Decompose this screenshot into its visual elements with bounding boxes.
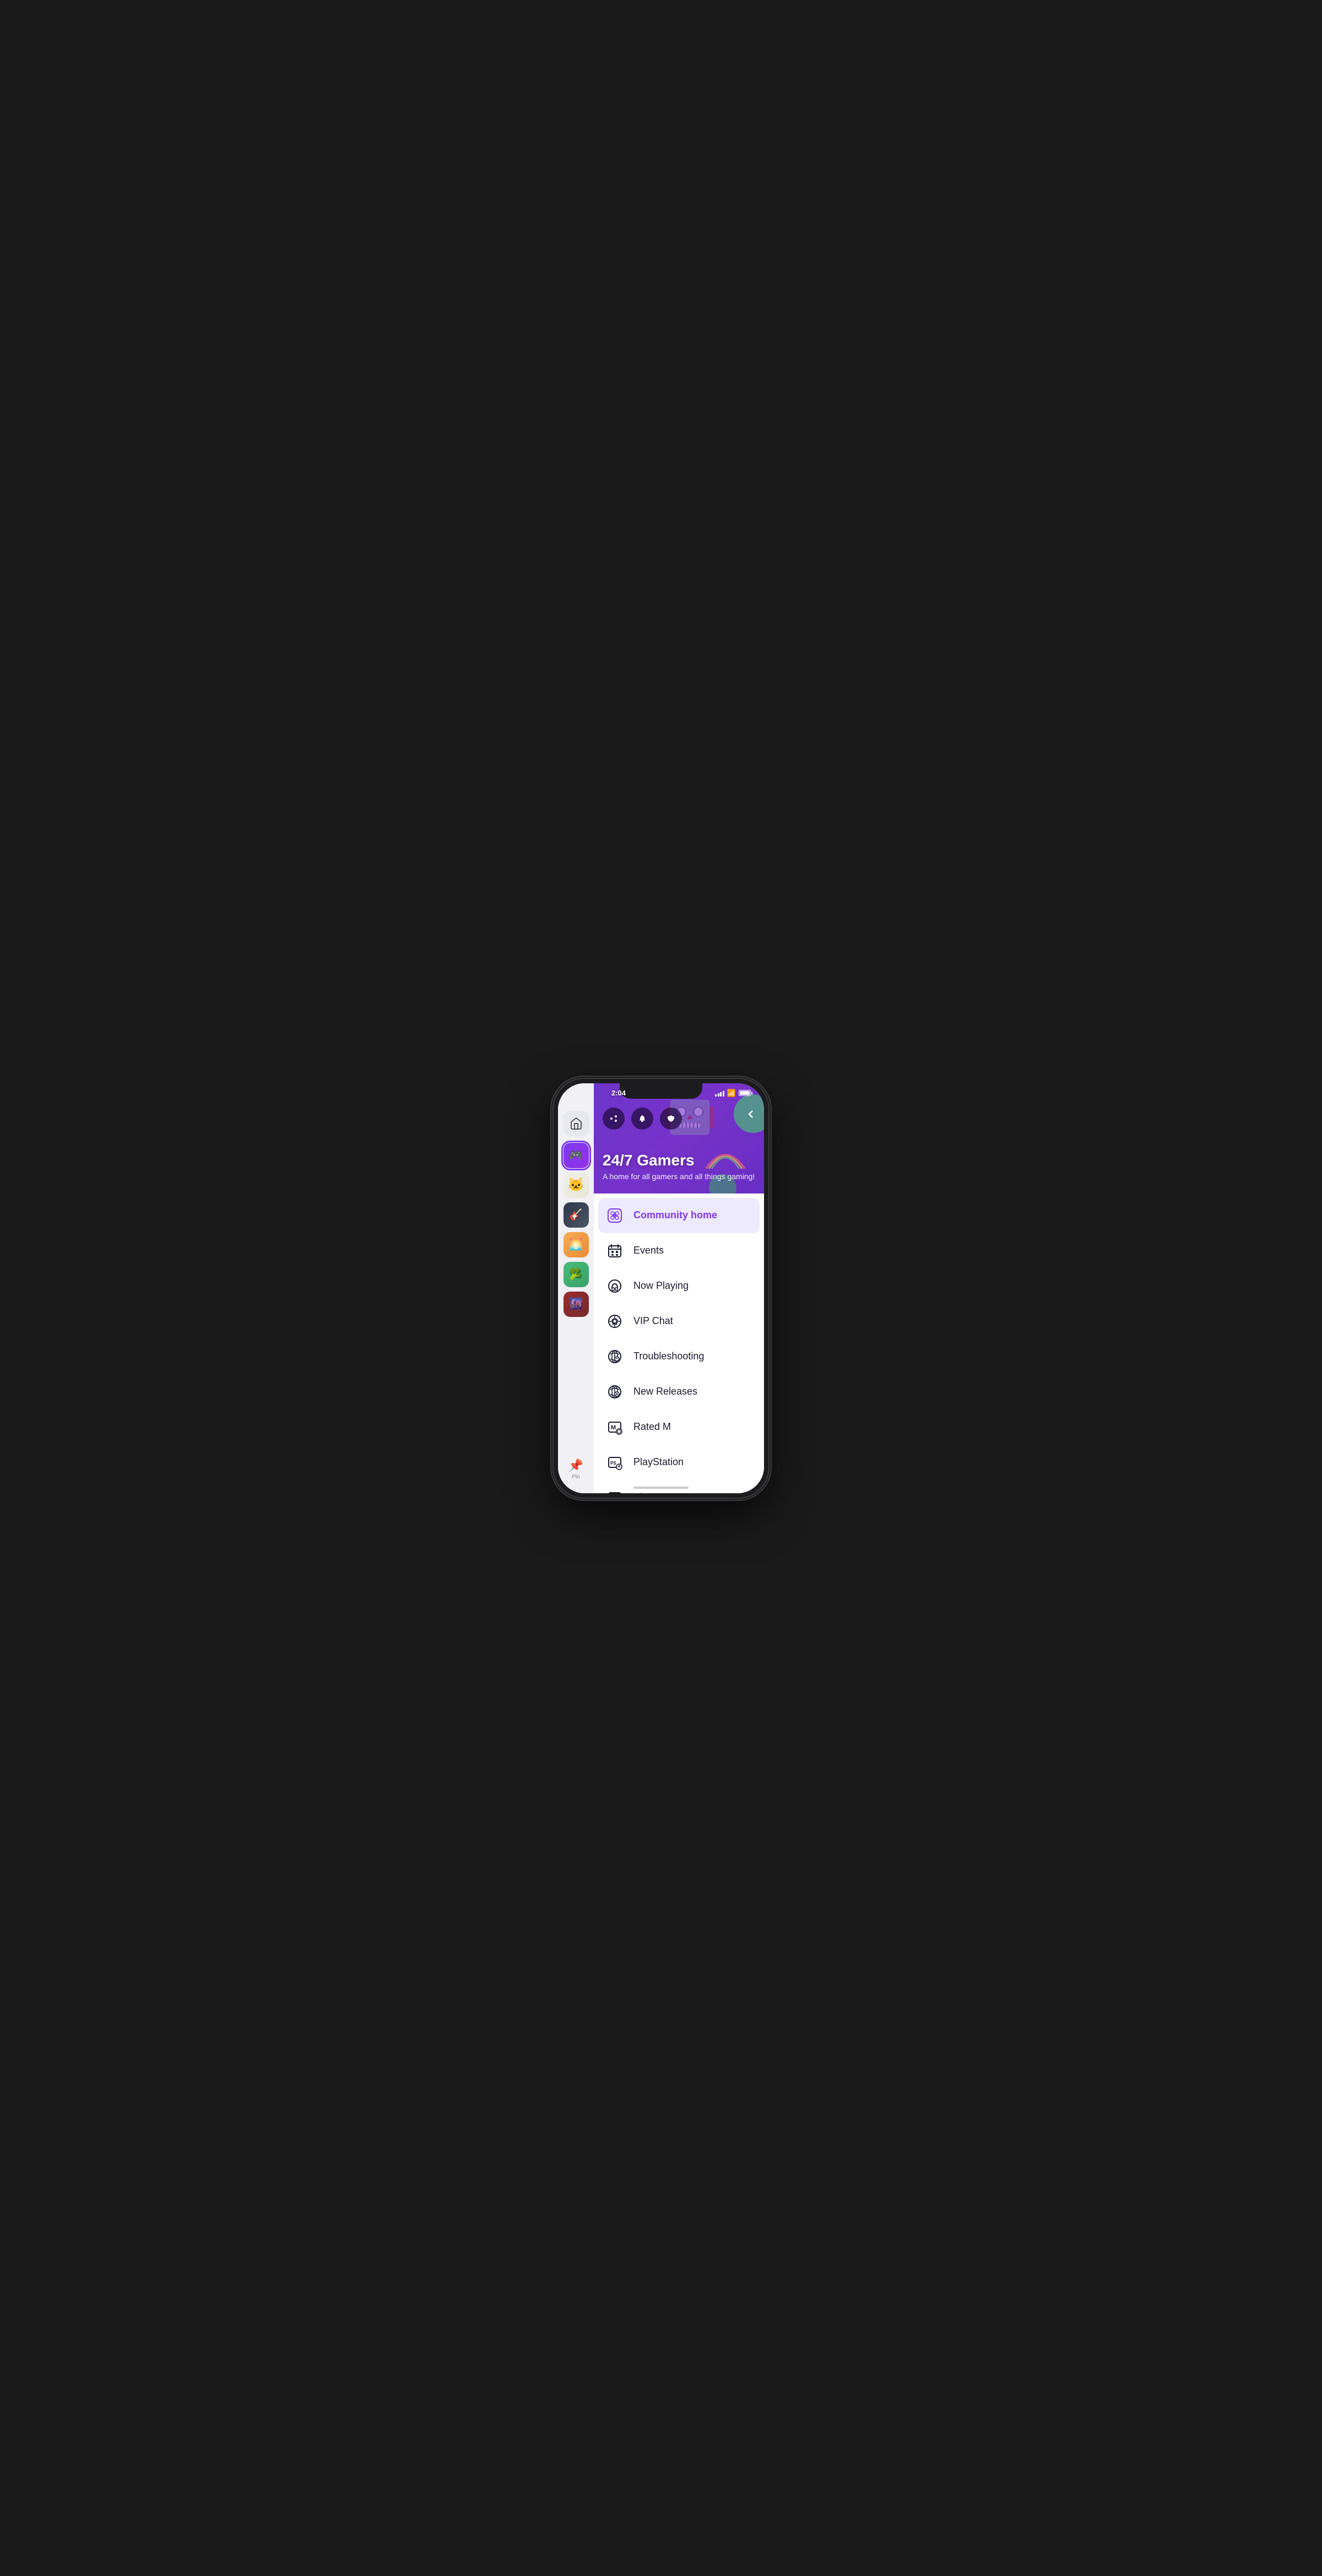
wifi-icon: 📶: [727, 1089, 736, 1098]
channel-name-playstation: PlayStation: [633, 1456, 684, 1468]
phone-frame: 2:04 📶: [554, 1079, 768, 1498]
channel-item-rated-m[interactable]: M Rated M: [594, 1409, 764, 1445]
channel-name-troubleshooting: Troubleshooting: [633, 1351, 704, 1362]
channel-name-xbox: Xbox: [633, 1492, 656, 1493]
sidebar-avatar-5[interactable]: 🥦: [564, 1262, 589, 1287]
new-releases-icon: [605, 1382, 625, 1402]
hero-text: 24/7 Gamers A home for all gamers and al…: [603, 1152, 755, 1182]
community-home-icon: [605, 1206, 625, 1225]
channel-name-events: Events: [633, 1245, 664, 1256]
sidebar-avatar-4[interactable]: 🌅: [564, 1232, 589, 1257]
channel-name-rated-m: Rated M: [633, 1421, 671, 1433]
home-indicator: [633, 1487, 689, 1489]
battery-icon: [739, 1090, 751, 1096]
playstation-icon: PS: [605, 1452, 625, 1472]
notification-button[interactable]: [631, 1108, 653, 1130]
sidebar-avatar-3[interactable]: 🎸: [564, 1202, 589, 1228]
channel-item-new-releases[interactable]: New Releases: [594, 1374, 764, 1409]
channel-item-now-playing[interactable]: Now Playing: [594, 1268, 764, 1304]
hero-subtitle: A home for all gamers and all things gam…: [603, 1171, 755, 1182]
sidebar-avatar-1[interactable]: 🎮: [564, 1143, 589, 1168]
sidebar-home-button[interactable]: [564, 1111, 589, 1136]
svg-text:M: M: [611, 1424, 616, 1431]
channel-name-vip-chat: VIP Chat: [633, 1315, 673, 1327]
share-button[interactable]: [603, 1108, 625, 1130]
vip-chat-icon: [605, 1311, 625, 1331]
xbox-icon: XB: [605, 1488, 625, 1493]
channel-item-events[interactable]: Events: [594, 1233, 764, 1268]
hero-title: 24/7 Gamers: [603, 1152, 755, 1169]
troubleshooting-icon: [605, 1347, 625, 1367]
sidebar-avatar-2[interactable]: 🐱: [564, 1173, 589, 1198]
channel-list: Community home: [594, 1194, 764, 1493]
hero-action-buttons: [603, 1108, 682, 1130]
shield-button[interactable]: [660, 1108, 682, 1130]
events-icon: [605, 1241, 625, 1261]
back-button[interactable]: [744, 1108, 757, 1124]
channel-name-now-playing: Now Playing: [633, 1280, 689, 1292]
channel-item-playstation[interactable]: PS PlayStation: [594, 1445, 764, 1480]
pin-button[interactable]: 📌 Pin: [568, 1459, 583, 1480]
svg-text:PS: PS: [610, 1461, 616, 1466]
status-time: 2:04: [611, 1089, 626, 1097]
pin-icon: 📌: [568, 1459, 583, 1473]
main-content[interactable]: 🤖: [594, 1083, 764, 1493]
screen: 2:04 📶: [558, 1083, 764, 1493]
sidebar: 🎮 🐱 🎸 🌅 🥦: [558, 1083, 594, 1493]
channel-item-community-home[interactable]: Community home: [598, 1198, 760, 1233]
signal-icon: [715, 1090, 724, 1097]
status-icons: 📶: [715, 1089, 751, 1098]
channel-name-new-releases: New Releases: [633, 1386, 697, 1397]
channel-item-troubleshooting[interactable]: Troubleshooting: [594, 1339, 764, 1374]
channel-name-community-home: Community home: [633, 1209, 717, 1221]
sidebar-avatar-6[interactable]: 🌆: [564, 1292, 589, 1317]
status-bar: 2:04 📶: [598, 1083, 764, 1108]
now-playing-icon: [605, 1276, 625, 1296]
pin-label: Pin: [572, 1474, 579, 1480]
channel-item-vip-chat[interactable]: VIP Chat: [594, 1304, 764, 1339]
rated-m-icon: M: [605, 1417, 625, 1437]
